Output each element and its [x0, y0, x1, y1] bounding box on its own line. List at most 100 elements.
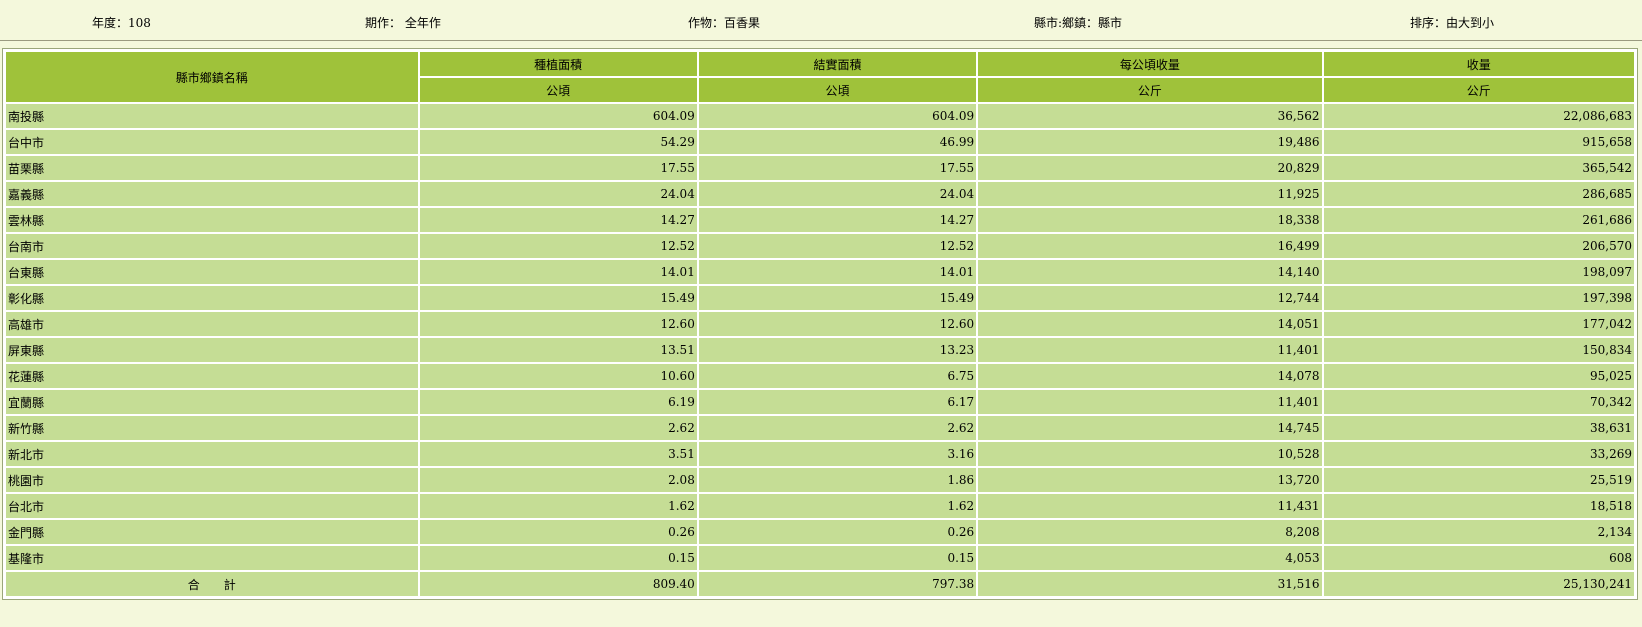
cell-name: 嘉義縣 [6, 182, 418, 206]
cell-harvested-area: 17.55 [698, 156, 977, 180]
cell-production: 22,086,683 [1323, 104, 1634, 128]
table-row: 基隆市 0.15 0.15 4,053 608 [6, 546, 1634, 570]
cell-production: 38,631 [1323, 416, 1634, 440]
table-row: 台北市 1.62 1.62 11,431 18,518 [6, 494, 1634, 518]
cell-name: 宜蘭縣 [6, 390, 418, 414]
cell-name: 雲林縣 [6, 208, 418, 232]
filter-period: 期作： 全年作 [365, 16, 441, 30]
cell-production: 2,134 [1323, 520, 1634, 544]
table-row: 高雄市 12.60 12.60 14,051 177,042 [6, 312, 1634, 336]
cell-yield-per-ha: 11,401 [978, 338, 1322, 362]
header-harvested-area: 結實面積 [698, 52, 977, 76]
table-row: 苗栗縣 17.55 17.55 20,829 365,542 [6, 156, 1634, 180]
cell-harvested-area: 14.01 [698, 260, 977, 284]
cell-name: 新北市 [6, 442, 418, 466]
cell-name: 新竹縣 [6, 416, 418, 440]
cell-planted-area: 0.15 [419, 546, 697, 570]
table-row: 宜蘭縣 6.19 6.17 11,401 70,342 [6, 390, 1634, 414]
table-row: 嘉義縣 24.04 24.04 11,925 286,685 [6, 182, 1634, 206]
cell-harvested-area: 2.62 [698, 416, 977, 440]
cell-harvested-area: 604.09 [698, 104, 977, 128]
cell-planted-area: 54.29 [419, 130, 697, 154]
report-page: 年度：108 期作： 全年作 作物：百香果 縣市:鄉鎮：縣市 排序：由大到小 縣… [0, 0, 1642, 627]
cell-planted-area: 604.09 [419, 104, 697, 128]
cell-name: 彰化縣 [6, 286, 418, 310]
cell-yield-per-ha: 14,745 [978, 416, 1322, 440]
cell-planted-area: 3.51 [419, 442, 697, 466]
cell-yield-per-ha: 18,338 [978, 208, 1322, 232]
cell-harvested-area: 12.60 [698, 312, 977, 336]
filter-year: 年度：108 [92, 16, 151, 30]
cell-yield-per-ha: 11,401 [978, 390, 1322, 414]
cell-planted-area: 12.60 [419, 312, 697, 336]
cell-planted-area: 0.26 [419, 520, 697, 544]
cell-harvested-area: 6.75 [698, 364, 977, 388]
cell-harvested-area: 24.04 [698, 182, 977, 206]
cell-production: 177,042 [1323, 312, 1634, 336]
cell-planted-area: 6.19 [419, 390, 697, 414]
cell-production: 608 [1323, 546, 1634, 570]
header-planted-area: 種植面積 [419, 52, 697, 76]
statistics-table: 縣市鄉鎮名稱 種植面積 結實面積 每公頃收量 收量 公頃 公頃 公斤 公斤 南投… [4, 50, 1636, 598]
cell-production: 70,342 [1323, 390, 1634, 414]
cell-yield-per-ha: 11,925 [978, 182, 1322, 206]
table-row: 新竹縣 2.62 2.62 14,745 38,631 [6, 416, 1634, 440]
cell-name: 台南市 [6, 234, 418, 258]
table-row: 雲林縣 14.27 14.27 18,338 261,686 [6, 208, 1634, 232]
cell-planted-area: 2.62 [419, 416, 697, 440]
cell-yield-per-ha: 20,829 [978, 156, 1322, 180]
cell-yield-per-ha: 13,720 [978, 468, 1322, 492]
total-yield-per-ha: 31,516 [978, 572, 1322, 596]
cell-name: 花蓮縣 [6, 364, 418, 388]
cell-planted-area: 12.52 [419, 234, 697, 258]
filter-bar: 年度：108 期作： 全年作 作物：百香果 縣市:鄉鎮：縣市 排序：由大到小 [0, 0, 1642, 41]
cell-yield-per-ha: 10,528 [978, 442, 1322, 466]
cell-production: 261,686 [1323, 208, 1634, 232]
cell-production: 33,269 [1323, 442, 1634, 466]
cell-harvested-area: 0.26 [698, 520, 977, 544]
cell-production: 18,518 [1323, 494, 1634, 518]
unit-yield-per-ha: 公斤 [978, 78, 1322, 102]
cell-planted-area: 17.55 [419, 156, 697, 180]
cell-yield-per-ha: 16,499 [978, 234, 1322, 258]
cell-production: 197,398 [1323, 286, 1634, 310]
unit-production: 公斤 [1323, 78, 1634, 102]
table-row: 台南市 12.52 12.52 16,499 206,570 [6, 234, 1634, 258]
cell-name: 苗栗縣 [6, 156, 418, 180]
cell-harvested-area: 3.16 [698, 442, 977, 466]
header-production: 收量 [1323, 52, 1634, 76]
cell-production: 150,834 [1323, 338, 1634, 362]
cell-name: 台中市 [6, 130, 418, 154]
cell-production: 206,570 [1323, 234, 1634, 258]
cell-harvested-area: 1.86 [698, 468, 977, 492]
cell-planted-area: 24.04 [419, 182, 697, 206]
cell-harvested-area: 46.99 [698, 130, 977, 154]
filter-crop: 作物：百香果 [688, 16, 761, 30]
cell-yield-per-ha: 14,140 [978, 260, 1322, 284]
table-row: 桃園市 2.08 1.86 13,720 25,519 [6, 468, 1634, 492]
cell-name: 金門縣 [6, 520, 418, 544]
cell-yield-per-ha: 4,053 [978, 546, 1322, 570]
statistics-table-container: 縣市鄉鎮名稱 種植面積 結實面積 每公頃收量 收量 公頃 公頃 公斤 公斤 南投… [2, 48, 1638, 600]
table-row: 南投縣 604.09 604.09 36,562 22,086,683 [6, 104, 1634, 128]
cell-planted-area: 14.27 [419, 208, 697, 232]
unit-harvested-area: 公頃 [698, 78, 977, 102]
table-row: 新北市 3.51 3.16 10,528 33,269 [6, 442, 1634, 466]
cell-production: 198,097 [1323, 260, 1634, 284]
cell-harvested-area: 12.52 [698, 234, 977, 258]
cell-yield-per-ha: 8,208 [978, 520, 1322, 544]
cell-yield-per-ha: 14,051 [978, 312, 1322, 336]
cell-harvested-area: 0.15 [698, 546, 977, 570]
table-row: 金門縣 0.26 0.26 8,208 2,134 [6, 520, 1634, 544]
cell-name: 基隆市 [6, 546, 418, 570]
total-harvested-area: 797.38 [698, 572, 977, 596]
table-row: 花蓮縣 10.60 6.75 14,078 95,025 [6, 364, 1634, 388]
cell-harvested-area: 14.27 [698, 208, 977, 232]
cell-planted-area: 14.01 [419, 260, 697, 284]
cell-name: 高雄市 [6, 312, 418, 336]
table-row: 屏東縣 13.51 13.23 11,401 150,834 [6, 338, 1634, 362]
header-yield-per-ha: 每公頃收量 [978, 52, 1322, 76]
cell-production: 286,685 [1323, 182, 1634, 206]
cell-planted-area: 15.49 [419, 286, 697, 310]
filter-sort-order: 排序：由大到小 [1410, 16, 1495, 30]
